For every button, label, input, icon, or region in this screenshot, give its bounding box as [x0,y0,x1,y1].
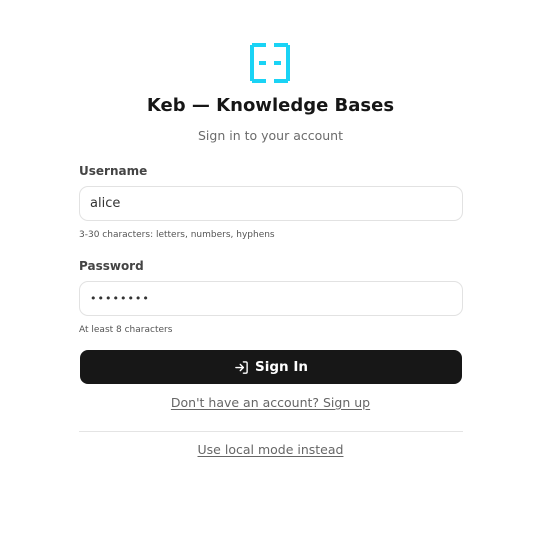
sign-in-button[interactable]: Sign In [80,350,462,384]
username-input[interactable]: alice [79,186,463,221]
password-input[interactable]: •••••••• [79,281,463,316]
password-hint: At least 8 characters [79,325,173,335]
signup-link-row: Don't have an account? Sign up [0,395,541,410]
password-label: Password [79,259,144,273]
password-value: •••••••• [90,292,150,305]
divider [79,431,463,432]
password-group: Password •••••••• At least 8 characters [79,259,463,336]
page-subtitle: Sign in to your account [197,128,343,143]
login-form: Username alice 3-30 characters: letters,… [79,164,463,384]
login-page: Keb — Knowledge Bases Sign in to your ac… [0,0,549,536]
username-group: Username alice 3-30 characters: letters,… [79,164,463,241]
keb-logo-icon [250,43,290,83]
sign-in-label: Sign In [255,359,308,375]
local-mode-link[interactable]: Use local mode instead [198,442,344,457]
signup-link[interactable]: Don't have an account? Sign up [171,395,370,410]
username-hint: 3-30 characters: letters, numbers, hyphe… [79,230,275,240]
username-label: Username [79,164,148,178]
local-mode-row: Use local mode instead [0,442,541,457]
sign-in-icon [235,360,248,374]
page-title: Keb — Knowledge Bases [146,95,395,116]
